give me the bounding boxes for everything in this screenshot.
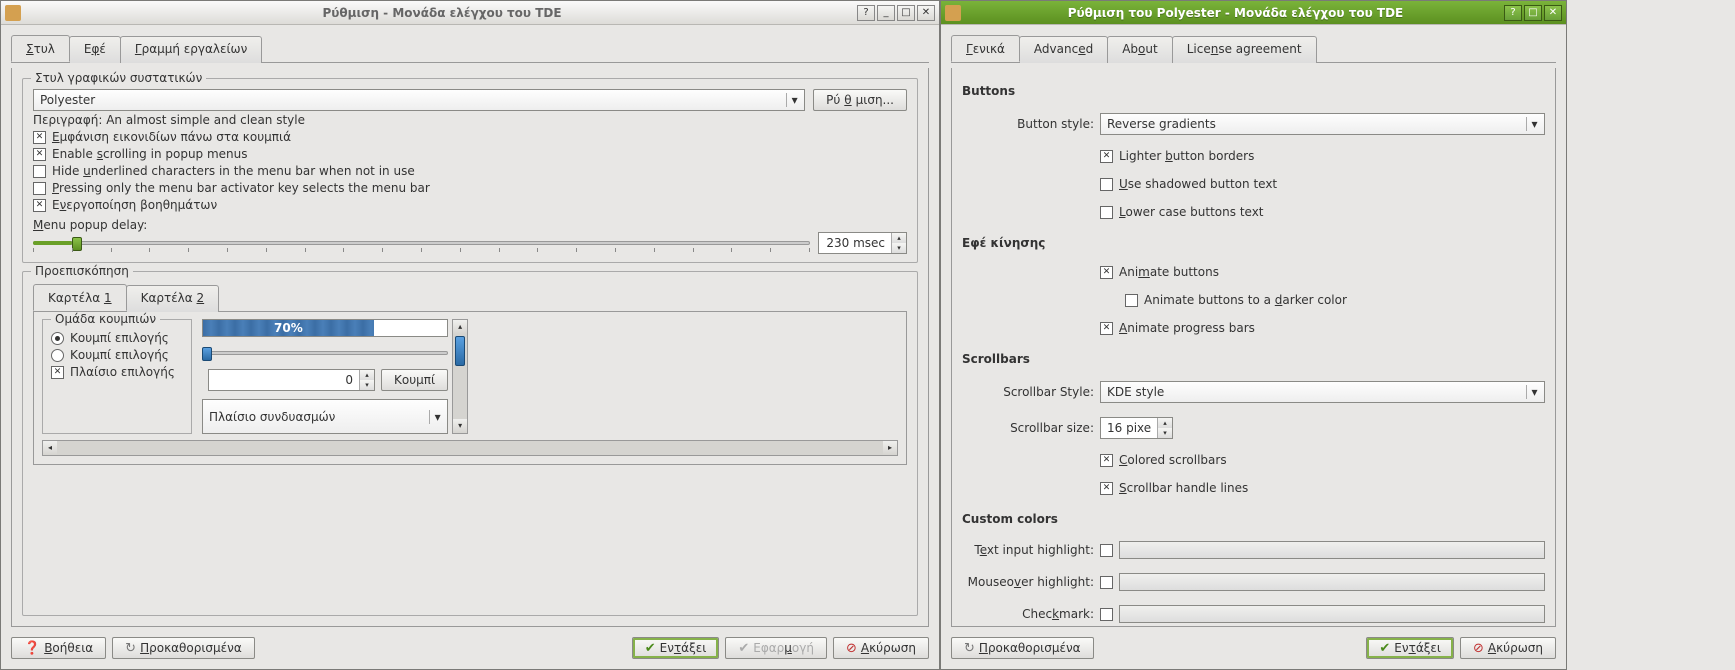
button-group-box: Ομάδα κουμπιών Κουμπί επιλογής Κουμπί επ… xyxy=(42,319,192,434)
show-icons-checkbox[interactable] xyxy=(33,131,46,144)
enable-scroll-checkbox[interactable] xyxy=(33,148,46,161)
preview-checkbox[interactable] xyxy=(51,366,64,379)
tab-toolbar[interactable]: Γραμμή εργαλείων xyxy=(120,36,262,63)
preview-slider[interactable] xyxy=(202,345,448,361)
help-titlebutton[interactable]: ? xyxy=(857,5,875,21)
preview-progressbar: 70% xyxy=(202,319,448,337)
text-highlight-color[interactable] xyxy=(1119,541,1545,559)
tab-about[interactable]: About xyxy=(1107,36,1172,63)
preview-vscrollbar[interactable]: ▴ ▾ xyxy=(452,319,468,434)
chevron-down-icon: ▾ xyxy=(786,93,802,107)
ok-button[interactable]: ✔Εντάξει xyxy=(632,637,720,659)
ok-button[interactable]: ✔Εντάξει xyxy=(1366,637,1454,659)
preview-radio-2[interactable] xyxy=(51,349,64,362)
hide-underline-checkbox[interactable] xyxy=(33,165,46,178)
widget-style-legend: Στυλ γραφικών συστατικών xyxy=(31,71,206,85)
checkmark-color[interactable] xyxy=(1119,605,1545,623)
cancel-button[interactable]: ⊘Ακύρωση xyxy=(1460,637,1556,659)
tab-advanced[interactable]: Advanced xyxy=(1019,36,1108,63)
configure-style-button[interactable]: Ρύθμιση... xyxy=(813,89,907,111)
button-group-legend: Ομάδα κουμπιών xyxy=(51,312,160,326)
popup-delay-spinbox[interactable]: ▴▾ xyxy=(818,232,907,254)
window-title: Ρύθμιση - Μονάδα ελέγχου του TDE xyxy=(27,6,857,20)
scrollbar-size-spinbox[interactable]: ▴▾ xyxy=(1100,417,1173,439)
minimize-titlebutton[interactable]: _ xyxy=(877,5,895,21)
custom-colors-section-title: Custom colors xyxy=(962,512,1545,526)
scrollbar-style-combo[interactable]: KDE style ▾ xyxy=(1100,381,1545,403)
popup-delay-slider[interactable] xyxy=(33,232,810,254)
style-description: Περιγραφή: An almost simple and clean st… xyxy=(33,113,907,127)
check-icon: ✔ xyxy=(1379,641,1390,656)
scroll-down-icon[interactable]: ▾ xyxy=(453,419,467,433)
lowercase-checkbox[interactable] xyxy=(1100,206,1113,219)
lighter-borders-checkbox[interactable] xyxy=(1100,150,1113,163)
tab-style[interactable]: Στυλ xyxy=(11,35,70,62)
handle-lines-checkbox[interactable] xyxy=(1100,482,1113,495)
window-icon xyxy=(5,5,21,21)
close-titlebutton[interactable]: ✕ xyxy=(917,5,935,21)
menu-activator-checkbox[interactable] xyxy=(33,182,46,195)
cancel-icon: ⊘ xyxy=(846,641,857,656)
preview-button[interactable]: Κουμπί xyxy=(381,369,448,391)
preview-tab-2[interactable]: Καρτέλα 2 xyxy=(126,285,220,312)
mouseover-highlight-color[interactable] xyxy=(1119,573,1545,591)
help-titlebutton[interactable]: ? xyxy=(1504,5,1522,21)
style-combo[interactable]: Polyester ▾ xyxy=(33,89,805,111)
defaults-button[interactable]: ↻Προκαθορισμένα xyxy=(112,637,255,659)
animate-darker-checkbox[interactable] xyxy=(1125,294,1138,307)
checkmark-color-checkbox[interactable] xyxy=(1100,608,1113,621)
cancel-button[interactable]: ⊘Ακύρωση xyxy=(833,637,929,659)
check-icon: ✔ xyxy=(645,641,656,656)
enable-tooltips-checkbox[interactable] xyxy=(33,199,46,212)
apply-button[interactable]: ✔Εφαρμογή xyxy=(725,637,827,659)
preview-radio-1[interactable] xyxy=(51,332,64,345)
tab-effects[interactable]: Εφέ xyxy=(69,36,121,63)
button-style-combo[interactable]: Reverse gradients ▾ xyxy=(1100,113,1545,135)
tab-general[interactable]: Γενικά xyxy=(951,35,1020,62)
reset-icon: ↻ xyxy=(964,641,975,656)
animate-buttons-checkbox[interactable] xyxy=(1100,266,1113,279)
scroll-up-icon[interactable]: ▴ xyxy=(453,320,467,334)
preview-group: Προεπισκόπηση Καρτέλα 1 Καρτέλα 2 Ομάδα … xyxy=(22,271,918,616)
polyester-settings-window: Ρύθμιση του Polyester - Μονάδα ελέγχου τ… xyxy=(940,0,1567,670)
maximize-titlebutton[interactable]: □ xyxy=(1524,5,1542,21)
window-icon xyxy=(945,5,961,21)
chevron-down-icon: ▾ xyxy=(1526,117,1542,131)
reset-icon: ↻ xyxy=(125,641,136,656)
widget-style-group: Στυλ γραφικών συστατικών Polyester ▾ Ρύθ… xyxy=(22,78,918,263)
chevron-down-icon: ▾ xyxy=(429,410,445,424)
polyester-tabs: Γενικά Advanced About License agreement xyxy=(951,35,1556,63)
titlebar[interactable]: Ρύθμιση - Μονάδα ελέγχου του TDE ? _ □ ✕ xyxy=(1,1,939,25)
animation-section-title: Εφέ κίνησης xyxy=(962,236,1545,250)
cancel-icon: ⊘ xyxy=(1473,641,1484,656)
tab-license[interactable]: License agreement xyxy=(1172,36,1317,63)
style-settings-window: Ρύθμιση - Μονάδα ελέγχου του TDE ? _ □ ✕… xyxy=(0,0,940,670)
text-highlight-checkbox[interactable] xyxy=(1100,544,1113,557)
preview-tab-1[interactable]: Καρτέλα 1 xyxy=(33,284,127,311)
defaults-button[interactable]: ↻Προκαθορισμένα xyxy=(951,637,1094,659)
mouseover-highlight-checkbox[interactable] xyxy=(1100,576,1113,589)
scrollbars-section-title: Scrollbars xyxy=(962,352,1545,366)
chevron-down-icon: ▾ xyxy=(1526,385,1542,399)
preview-combo[interactable]: Πλαίσιο συνδυασμών ▾ xyxy=(202,399,448,434)
main-tabs: Στυλ Εφέ Γραμμή εργαλείων xyxy=(11,35,929,63)
window-title: Ρύθμιση του Polyester - Μονάδα ελέγχου τ… xyxy=(967,6,1504,20)
preview-legend: Προεπισκόπηση xyxy=(31,264,133,278)
maximize-titlebutton[interactable]: □ xyxy=(897,5,915,21)
close-titlebutton[interactable]: ✕ xyxy=(1544,5,1562,21)
animate-progress-checkbox[interactable] xyxy=(1100,322,1113,335)
spin-up-icon[interactable]: ▴ xyxy=(892,233,906,243)
help-icon: ❓ xyxy=(24,641,40,656)
spin-down-icon[interactable]: ▾ xyxy=(892,243,906,253)
colored-scrollbars-checkbox[interactable] xyxy=(1100,454,1113,467)
shadowed-text-checkbox[interactable] xyxy=(1100,178,1113,191)
buttons-section-title: Buttons xyxy=(962,84,1545,98)
check-icon: ✔ xyxy=(738,641,749,656)
preview-spinbox[interactable]: ▴▾ xyxy=(208,369,375,391)
titlebar[interactable]: Ρύθμιση του Polyester - Μονάδα ελέγχου τ… xyxy=(941,1,1566,25)
help-button[interactable]: ❓Βοήθεια xyxy=(11,637,106,659)
preview-hscrollbar[interactable]: ◂▸ xyxy=(42,440,898,456)
